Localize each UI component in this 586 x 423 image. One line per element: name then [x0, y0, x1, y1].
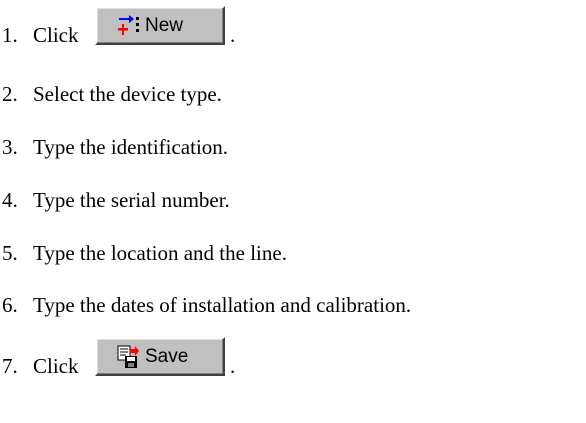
- new-device-icon: [117, 14, 141, 38]
- step-text: Click: [33, 23, 79, 47]
- step-number: 6.: [2, 293, 18, 317]
- step-text: Click: [33, 354, 79, 378]
- step-text: Type the location and the line.: [33, 241, 287, 265]
- step-text: Select the device type.: [33, 82, 222, 106]
- step-number: 2.: [2, 82, 18, 106]
- instruction-steps: 1. Click New . 2. Select the device type…: [0, 0, 586, 423]
- step-suffix: .: [230, 23, 236, 47]
- step-number: 1.: [2, 23, 18, 47]
- step-number: 7.: [2, 354, 18, 378]
- step-number: 3.: [2, 135, 18, 159]
- save-button[interactable]: Save: [95, 337, 225, 376]
- new-button-label: New: [145, 14, 184, 36]
- step-number: 4.: [2, 188, 18, 212]
- step-text: Type the dates of installation and calib…: [33, 293, 412, 317]
- step-number: 5.: [2, 241, 18, 265]
- save-icon: [117, 345, 141, 369]
- save-button-label: Save: [145, 345, 189, 367]
- new-button[interactable]: New: [95, 6, 225, 45]
- step-text: Type the serial number.: [33, 188, 230, 212]
- step-suffix: .: [230, 354, 236, 378]
- step-text: Type the identification.: [33, 135, 229, 159]
